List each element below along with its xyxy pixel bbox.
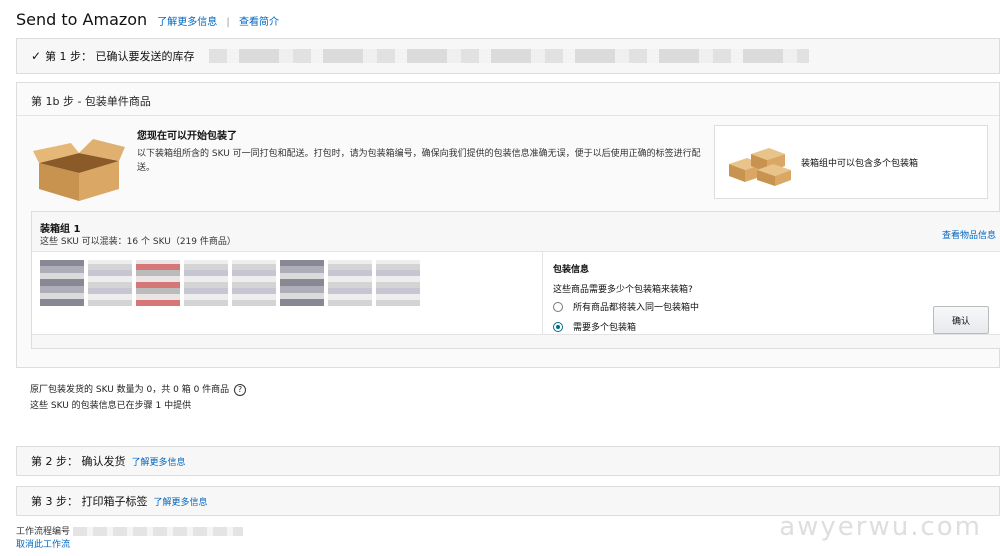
oem-line-1: 原厂包装发货的 SKU 数量为 0，共 0 箱 0 件商品 <box>30 385 230 395</box>
open-box-icon <box>33 139 125 201</box>
product-thumbnail[interactable] <box>328 260 372 306</box>
pack-group-name: 装箱组 1 <box>40 224 81 235</box>
step1b-panel: 第 1b 步 - 包装单件商品 您现在可以开始包装了 以下装箱组所含的 SKU … <box>16 82 1000 368</box>
radio-multiple-boxes[interactable]: 需要多个包装箱 <box>553 320 636 333</box>
intro-heading: 您现在可以开始包装了 <box>137 131 237 142</box>
header-separator: | <box>226 17 230 28</box>
product-thumbnail[interactable] <box>184 260 228 306</box>
redacted-content <box>208 49 809 63</box>
confirm-button[interactable]: 确认 <box>933 306 989 334</box>
packing-info-title: 包装信息 <box>553 265 590 275</box>
help-icon[interactable]: ? <box>234 383 247 396</box>
view-items-link[interactable]: 查看物品信息 <box>942 228 996 241</box>
intro-text: 以下装箱组所含的 SKU 可一同打包和配送。打包时，请为包装箱编号，确保向我们提… <box>137 149 701 173</box>
watermark: awyerwu.com <box>779 512 982 542</box>
product-thumbnails <box>40 260 420 306</box>
step2-label: 第 2 步： 确认发货 <box>31 455 126 468</box>
oem-info: 原厂包装发货的 SKU 数量为 0，共 0 箱 0 件商品 ? 这些 SKU 的… <box>30 382 247 414</box>
step2-learn-more-link[interactable]: 了解更多信息 <box>132 455 186 468</box>
product-thumbnail[interactable] <box>40 260 84 306</box>
pack-group-1: 装箱组 1 这些 SKU 可以混装：16 个 SKU（219 件商品） 查看物品… <box>31 211 1000 349</box>
pack-group-header: 装箱组 1 这些 SKU 可以混装：16 个 SKU（219 件商品） 查看物品… <box>32 212 1000 252</box>
multi-box-tip: 装箱组中可以包含多个包装箱 <box>714 125 988 199</box>
product-thumbnail[interactable] <box>136 260 180 306</box>
workflow-info: 工作流程编号 取消此工作流 <box>16 526 243 552</box>
step3-learn-more-link[interactable]: 了解更多信息 <box>154 495 208 508</box>
radio-label: 所有商品都将装入同一包装箱中 <box>573 303 700 313</box>
radio-button[interactable] <box>553 301 563 312</box>
pack-group-summary: 这些 SKU 可以混装：16 个 SKU（219 件商品） <box>40 237 236 247</box>
divider <box>17 115 999 116</box>
redacted-content <box>72 527 243 536</box>
oem-line-2: 这些 SKU 的包装信息已在步骤 1 中提供 <box>30 401 192 411</box>
pack-group-footer <box>32 334 1000 348</box>
product-thumbnail[interactable] <box>88 260 132 306</box>
radio-label: 需要多个包装箱 <box>573 323 637 333</box>
product-thumbnail[interactable] <box>232 260 276 306</box>
step1b-title: 第 1b 步 - 包装单件商品 <box>31 95 151 108</box>
packing-info: 包装信息 这些商品需要多少个包装箱来装箱? 所有商品都将装入同一包装箱中 需要多… <box>542 252 1000 336</box>
radio-single-box[interactable]: 所有商品都将装入同一包装箱中 <box>553 300 699 313</box>
page-header: Send to Amazon 了解更多信息 | 查看简介 <box>16 10 279 29</box>
learn-more-link[interactable]: 了解更多信息 <box>157 17 217 28</box>
stacked-boxes-icon <box>729 148 791 186</box>
page-title: Send to Amazon <box>16 10 148 29</box>
multi-box-text: 装箱组中可以包含多个包装箱 <box>801 159 919 169</box>
step1-label: 第 1 步： 已确认要发送的库存 <box>45 50 195 63</box>
cancel-workflow-link[interactable]: 取消此工作流 <box>16 540 70 550</box>
step3-label: 第 3 步： 打印箱子标签 <box>31 495 148 508</box>
step1-panel[interactable]: ✓ 第 1 步： 已确认要发送的库存 <box>16 38 1000 74</box>
radio-button-selected[interactable] <box>553 321 563 332</box>
view-intro-link[interactable]: 查看简介 <box>239 17 279 28</box>
checkmark-icon: ✓ <box>31 49 42 63</box>
product-thumbnail[interactable] <box>280 260 324 306</box>
workflow-id-label: 工作流程编号 <box>16 527 71 537</box>
box-count-question: 这些商品需要多少个包装箱来装箱? <box>553 285 693 295</box>
step2-panel[interactable]: 第 2 步： 确认发货 了解更多信息 <box>16 446 1000 476</box>
product-thumbnail[interactable] <box>376 260 420 306</box>
